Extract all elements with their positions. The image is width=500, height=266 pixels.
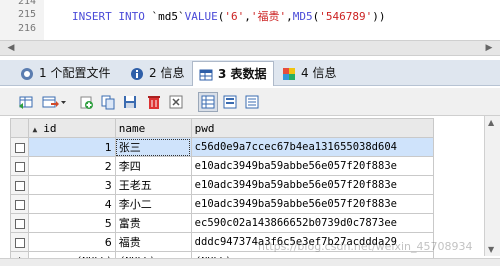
scroll-up-arrow-icon[interactable]: ▲ [488, 118, 494, 127]
checkbox-icon [14, 161, 25, 172]
cell-name[interactable]: 李小二 [114, 194, 192, 214]
cell-id[interactable]: 1 [28, 137, 116, 157]
cell-name[interactable]: 张三 [114, 137, 192, 157]
editor-horizontal-scrollbar[interactable]: ◀ ▶ [0, 40, 500, 56]
tab-label: 1 个配置文件 [39, 66, 111, 80]
cell-id[interactable]: 5 [28, 213, 116, 233]
string-literal: '福贵' [250, 10, 287, 23]
tab-info[interactable]: 4 信息 [282, 62, 336, 84]
table-identifier: `md5` [151, 10, 185, 23]
sql-keyword: VALUE [184, 10, 218, 23]
save-icon[interactable] [120, 92, 140, 112]
column-header-name[interactable]: name [114, 118, 192, 138]
tab-table-data[interactable]: 3 表数据 [192, 61, 274, 86]
tab-profile[interactable]: 1 个配置文件 [20, 62, 110, 84]
sort-ascending-icon: ▲ [32, 124, 38, 134]
result-toolbar [0, 88, 500, 116]
sql-function: MD5 [292, 10, 313, 23]
cell-pwd[interactable]: ec590c02a143866652b0739d0c7873ee [190, 213, 435, 233]
column-header-label: id [43, 121, 57, 135]
tab-label: 3 表数据 [218, 67, 267, 81]
column-header-id[interactable]: ▲ id [28, 118, 116, 138]
cell-pwd[interactable]: e10adc3949ba59abbe56e057f20f883e [190, 194, 435, 214]
refresh-icon[interactable] [166, 92, 186, 112]
row-checkbox[interactable] [9, 232, 30, 252]
query-editor[interactable]: 214 215 216 INSERT INTO `md5`VALUE('6','… [0, 0, 500, 40]
duplicate-row-icon[interactable] [98, 92, 118, 112]
cell-id[interactable]: 2 [28, 156, 116, 176]
punctuation: , [286, 10, 293, 23]
cell-name[interactable]: 李四 [114, 156, 192, 176]
result-tabbar: 1 个配置文件 2 信息 3 表数据 4 信息 [0, 60, 500, 86]
punctuation: )) [372, 10, 386, 23]
row-checkbox[interactable] [9, 137, 30, 157]
string-literal: '6' [224, 10, 245, 23]
grid-import-dropdown-icon[interactable] [40, 92, 68, 112]
cell-pwd[interactable]: e10adc3949ba59abbe56e057f20f883e [190, 156, 435, 176]
scroll-down-arrow-icon[interactable]: ▼ [488, 245, 494, 254]
text-view-icon[interactable] [242, 92, 262, 112]
string-literal: '546789' [319, 10, 373, 23]
info-icon [130, 66, 144, 80]
row-checkbox[interactable] [9, 194, 30, 214]
cell-name[interactable]: 福贵 [114, 232, 192, 252]
status-bar [0, 258, 500, 266]
cell-id[interactable]: 4 [28, 194, 116, 214]
table-row[interactable]: 5 富贵 ec590c02a143866652b0739d0c7873ee [9, 213, 435, 233]
table-row[interactable]: 4 李小二 e10adc3949ba59abbe56e057f20f883e [9, 194, 435, 214]
cell-name[interactable]: 王老五 [114, 175, 192, 195]
grid-header-row: ▲ id name pwd [9, 118, 435, 138]
delete-icon[interactable] [144, 92, 164, 112]
add-row-icon[interactable] [76, 92, 96, 112]
checkbox-icon [14, 199, 25, 210]
info-color-icon [282, 66, 296, 80]
sqlyog-window: 214 215 216 INSERT INTO `md5`VALUE('6','… [0, 0, 500, 266]
tab-label: 4 信息 [301, 66, 337, 80]
line-number-gutter: 214 215 216 [0, 0, 44, 40]
checkbox-icon [14, 218, 25, 229]
grid-view-icon[interactable] [198, 92, 218, 112]
tab-label: 2 信息 [149, 66, 185, 80]
line-number: 215 [18, 9, 37, 20]
scroll-right-arrow-icon[interactable]: ▶ [482, 42, 496, 54]
sql-keyword: INSERT INTO [72, 10, 145, 23]
cell-name[interactable]: 富贵 [114, 213, 192, 233]
row-checkbox[interactable] [9, 213, 30, 233]
table-icon [199, 67, 213, 81]
config-icon [20, 66, 34, 80]
cell-pwd[interactable]: e10adc3949ba59abbe56e057f20f883e [190, 175, 435, 195]
column-header-pwd[interactable]: pwd [190, 118, 435, 138]
checkbox-icon [14, 237, 25, 248]
checkbox-icon [14, 142, 25, 153]
grid-vertical-scrollbar[interactable]: ▲ ▼ [484, 116, 500, 256]
line-number: 216 [18, 23, 37, 34]
line-number: 214 [18, 0, 37, 7]
scroll-left-arrow-icon[interactable]: ◀ [4, 42, 18, 54]
table-row[interactable]: 3 王老五 e10adc3949ba59abbe56e057f20f883e [9, 175, 435, 195]
code-line[interactable]: INSERT INTO `md5`VALUE('6','福贵',MD5('546… [72, 8, 385, 24]
tab-messages[interactable]: 2 信息 [130, 62, 184, 84]
row-checkbox[interactable] [9, 156, 30, 176]
checkbox-icon [14, 180, 25, 191]
cell-id[interactable]: 6 [28, 232, 116, 252]
watermark: https://blog.csdn.net/weixin_45708934 [258, 240, 473, 253]
cell-id[interactable]: 3 [28, 175, 116, 195]
punctuation: , [244, 10, 251, 23]
form-view-icon[interactable] [220, 92, 240, 112]
grid-export-icon[interactable] [16, 92, 36, 112]
table-row[interactable]: 2 李四 e10adc3949ba59abbe56e057f20f883e [9, 156, 435, 176]
row-checkbox[interactable] [9, 175, 30, 195]
select-all-header[interactable] [9, 118, 30, 138]
cell-pwd[interactable]: c56d0e9a7ccec67b4ea131655038d604 [190, 137, 435, 157]
table-row[interactable]: 1 张三 c56d0e9a7ccec67b4ea131655038d604 [9, 137, 435, 157]
